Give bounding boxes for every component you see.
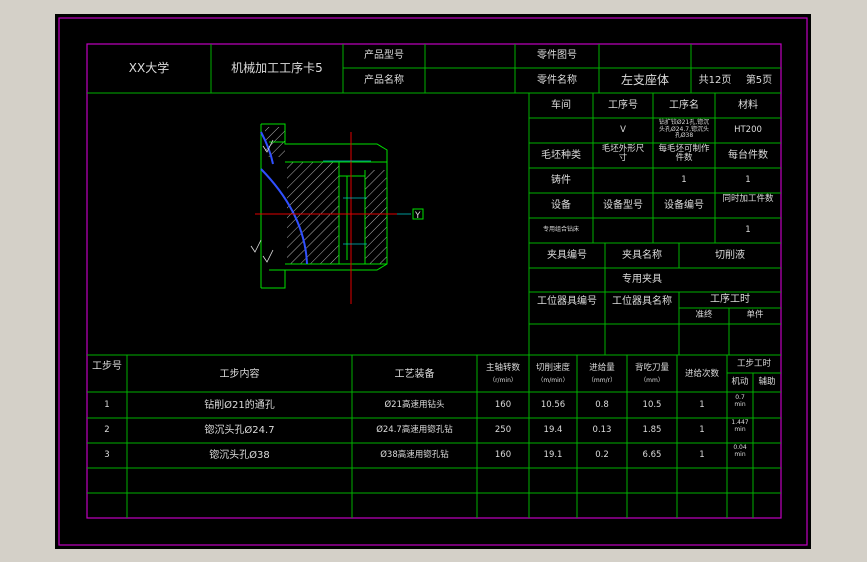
- row2-speed: 19.4: [543, 425, 563, 435]
- part-name: 左支座体: [620, 73, 669, 87]
- unit-label: 单件: [746, 310, 764, 320]
- prep-label: 准终: [695, 310, 713, 320]
- op-no: V: [620, 125, 626, 135]
- part-name-label: 零件名称: [537, 75, 577, 86]
- col-spindle: 主轴转数: [485, 363, 520, 373]
- product-name-label: 产品名称: [364, 75, 404, 86]
- row1-depth: 10.5: [642, 400, 662, 410]
- card-title: 机械加工工序卡5: [231, 61, 323, 75]
- part-section-view: Y: [250, 123, 424, 304]
- simultaneous: 1: [745, 225, 751, 235]
- school-name: XX大学: [128, 61, 170, 75]
- col-content: 工步内容: [219, 369, 260, 380]
- row2-spindle: 250: [494, 425, 512, 435]
- coolant-label: 切削液: [715, 250, 745, 261]
- col-speed-unit: （m/min）: [537, 377, 569, 384]
- col-aux: 辅助: [758, 377, 776, 387]
- svg-text:Y: Y: [414, 211, 421, 221]
- station-no-label: 工位器具编号: [537, 296, 597, 307]
- page-total: 共12页: [698, 75, 732, 86]
- equipment: 专用组合钻床: [542, 226, 579, 233]
- row3-no: 3: [104, 450, 110, 460]
- col-equipment: 工艺装备: [394, 369, 435, 380]
- row3-content: 锪沉头孔Ø38: [209, 450, 270, 461]
- col-depth: 背吃刀量: [634, 363, 669, 373]
- material-label: 材料: [738, 100, 758, 111]
- row2-no: 2: [104, 425, 110, 435]
- blank-count: 1: [681, 175, 687, 185]
- col-speed: 切削速度: [535, 363, 570, 373]
- col-machine: 机动: [731, 377, 749, 387]
- row2-equipment: Ø24.7高速用锪孔钻: [376, 425, 453, 435]
- equipment-label: 设备: [551, 200, 571, 211]
- row2-passes: 1: [699, 425, 705, 435]
- cad-drawing-canvas[interactable]: Y XX大学 机械加工工序卡5 产品型号 产品名称 零件图号 零件名称 左支座体…: [55, 14, 811, 549]
- blank-type-label: 毛坯种类: [541, 150, 581, 161]
- row1-no: 1: [104, 400, 110, 410]
- row2-machine: 1.447 min: [731, 419, 749, 433]
- row3-speed: 19.1: [543, 450, 563, 460]
- col-spindle-unit: （r/min）: [489, 377, 517, 384]
- row3-spindle: 160: [494, 450, 512, 460]
- product-model-label: 产品型号: [364, 50, 404, 61]
- col-passes: 进给次数: [684, 369, 719, 379]
- row2-feed: 0.13: [592, 425, 612, 435]
- col-feed: 进给量: [589, 363, 615, 373]
- row3-depth: 6.65: [642, 450, 662, 460]
- blank-size-label: 毛坯外形尺寸: [601, 144, 645, 163]
- row1-equipment: Ø21高速用钻头: [384, 400, 445, 410]
- equipment-model-label: 设备型号: [603, 200, 643, 211]
- station-name-label: 工位器具名称: [612, 296, 672, 307]
- row2-depth: 1.85: [642, 425, 662, 435]
- op-name: 钻扩铰Ø21孔,锪沉头孔Ø24.7,锪沉头孔Ø38: [658, 119, 710, 140]
- workshop-label: 车间: [551, 100, 571, 111]
- simultaneous-label: 同时加工件数: [722, 194, 774, 204]
- per-unit: 1: [745, 175, 751, 185]
- fixture-name-label: 夹具名称: [622, 250, 662, 261]
- row1-feed: 0.8: [595, 400, 609, 410]
- row1-machine: 0.7 min: [734, 394, 746, 408]
- col-feed-unit: （mm/r）: [587, 377, 617, 384]
- part-drawing-no-label: 零件图号: [537, 50, 577, 61]
- per-unit-label: 每台件数: [728, 150, 768, 161]
- equipment-no-label: 设备编号: [664, 200, 704, 211]
- blank-type: 铸件: [551, 175, 571, 186]
- drawing-lines: Y: [58, 17, 808, 546]
- material: HT200: [734, 125, 762, 135]
- fixture-name: 专用夹具: [622, 274, 662, 285]
- row3-equipment: Ø38高速用锪孔钻: [380, 450, 449, 460]
- col-depth-unit: （mm）: [640, 377, 664, 384]
- fixture-no-label: 夹具编号: [547, 250, 587, 261]
- row3-machine: 0.04 min: [733, 444, 747, 458]
- col-time: 工步工时: [736, 359, 771, 369]
- col-step-no: 工步号: [92, 361, 122, 372]
- row1-spindle: 160: [494, 400, 512, 410]
- row1-passes: 1: [699, 400, 705, 410]
- row2-content: 锪沉头孔Ø24.7: [204, 425, 275, 436]
- row3-feed: 0.2: [595, 450, 609, 460]
- op-no-label: 工序号: [608, 100, 638, 111]
- op-time-label: 工序工时: [710, 294, 750, 305]
- blank-count-label: 每毛坯可制作件数: [658, 144, 710, 163]
- page-number: 第5页: [745, 75, 773, 86]
- row3-passes: 1: [699, 450, 705, 460]
- op-name-label: 工序名: [669, 100, 699, 111]
- row1-speed: 10.56: [540, 400, 566, 410]
- row1-content: 钻削Ø21的通孔: [204, 400, 275, 411]
